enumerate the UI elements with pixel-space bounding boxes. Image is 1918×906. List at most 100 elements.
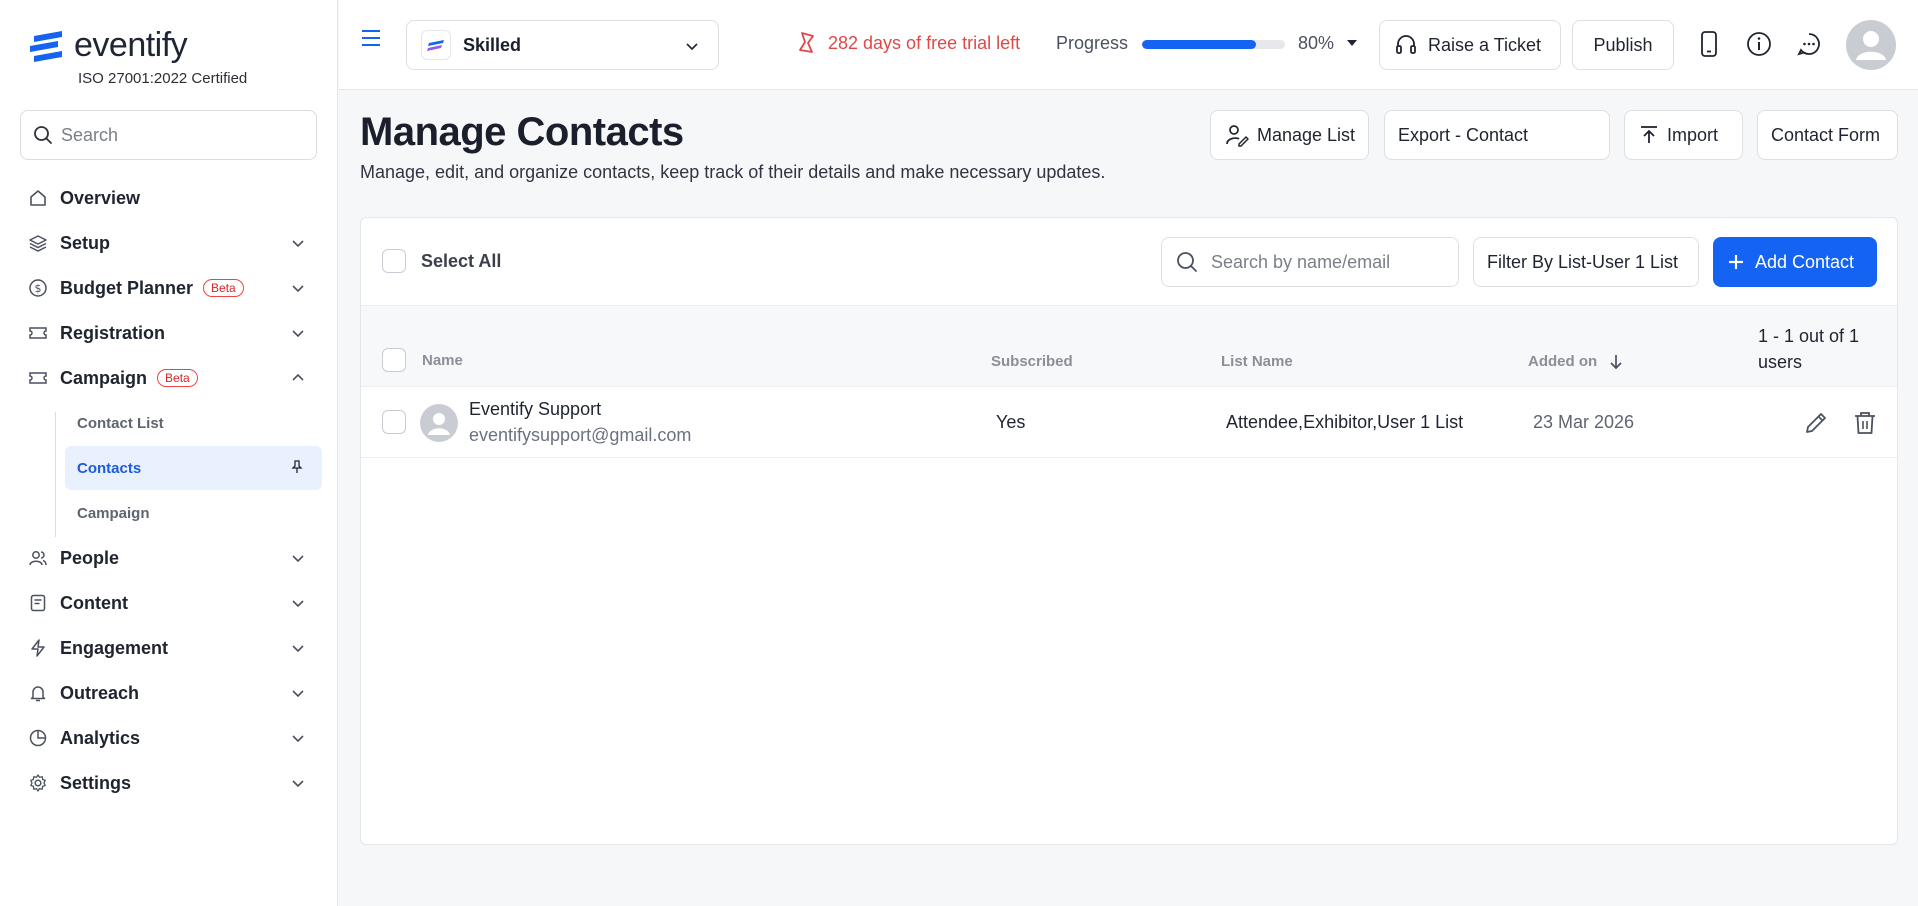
publish-button[interactable]: Publish: [1572, 20, 1674, 70]
dollar-circle-icon: $: [29, 279, 47, 297]
sort-descending-icon[interactable]: [1608, 353, 1624, 371]
layers-icon: [29, 235, 47, 252]
contact-search-placeholder: Search by name/email: [1211, 251, 1391, 272]
sidebar-item-label: Content: [60, 592, 128, 613]
event-logo-icon: [421, 30, 451, 60]
certification-label: ISO 27001:2022 Certified: [78, 70, 248, 87]
sidebar-item-overview[interactable]: Overview: [0, 178, 338, 218]
sidebar-item-campaign[interactable]: Campaign Beta: [0, 358, 338, 398]
headset-icon: [1396, 35, 1416, 54]
add-contact-button[interactable]: Add Contact: [1713, 237, 1877, 287]
contacts-panel: Select All Search by name/email Filter B…: [360, 217, 1898, 845]
menu-toggle-icon[interactable]: [361, 29, 381, 47]
chat-icon[interactable]: [1796, 31, 1822, 57]
pagination-summary: 1 - 1 out of 1 users: [1758, 326, 1860, 372]
sidebar-item-label: Budget Planner: [60, 277, 194, 298]
chevron-down-icon: [292, 330, 304, 338]
user-icon: [1856, 31, 1886, 60]
manage-list-button[interactable]: Manage List: [1210, 110, 1369, 160]
progress-bar-fill: [1142, 40, 1257, 49]
sidebar: eventify ISO 27001:2022 Certified Search…: [0, 0, 338, 906]
chevron-down-icon: [292, 600, 304, 608]
lightning-icon: [31, 639, 45, 657]
page-title: Manage Contacts: [360, 110, 684, 154]
caret-down-icon[interactable]: [1346, 38, 1358, 48]
sidebar-subitem-label: Contacts: [77, 459, 142, 477]
beta-badge: Beta: [203, 279, 244, 297]
row-checkbox[interactable]: [382, 410, 406, 434]
contact-subscribed: Yes: [996, 412, 1026, 432]
sidebar-item-analytics[interactable]: Analytics: [0, 718, 338, 758]
contact-form-button[interactable]: Contact Form: [1757, 110, 1898, 160]
column-header-added-on[interactable]: Added on: [1528, 353, 1597, 370]
trial-text: 282 days of free trial left: [828, 32, 1021, 53]
sidebar-item-outreach[interactable]: Outreach: [0, 673, 338, 713]
sidebar-subitem-campaign[interactable]: Campaign: [65, 491, 322, 535]
user-edit-icon: [1226, 125, 1249, 147]
table-header: Name Subscribed List Name Added on 1 - 1…: [361, 305, 1897, 387]
trial-notice: 282 days of free trial left: [794, 30, 1020, 56]
users-icon: [29, 551, 47, 566]
sidebar-item-label: Analytics: [60, 727, 141, 748]
beta-badge: Beta: [157, 369, 198, 387]
user-avatar[interactable]: [1846, 20, 1896, 70]
chevron-down-icon: [292, 690, 304, 698]
search-icon: [34, 126, 52, 144]
edit-pencil-icon[interactable]: [1803, 410, 1829, 436]
sidebar-item-registration[interactable]: Registration: [0, 313, 338, 353]
raise-ticket-label: Raise a Ticket: [1428, 34, 1542, 55]
sidebar-item-label: Overview: [60, 187, 141, 208]
add-contact-label: Add Contact: [1755, 251, 1855, 272]
plus-icon: [1729, 255, 1743, 269]
bell-icon: [30, 686, 46, 702]
filter-by-list-button[interactable]: Filter By List-User 1 List: [1473, 237, 1699, 287]
select-all-label[interactable]: Select All: [421, 251, 501, 272]
contact-search-input[interactable]: Search by name/email: [1161, 237, 1459, 287]
select-all-checkbox[interactable]: [382, 249, 406, 273]
trash-icon[interactable]: [1853, 410, 1877, 436]
ticket-icon: [29, 327, 47, 339]
sidebar-subitem-contact-list[interactable]: Contact List: [65, 401, 322, 445]
sidebar-item-label: Registration: [60, 322, 166, 343]
sidebar-search-input[interactable]: Search: [20, 110, 317, 160]
sidebar-item-engagement[interactable]: Engagement: [0, 628, 338, 668]
column-header-name[interactable]: Name: [422, 352, 463, 369]
mobile-preview-icon[interactable]: [1700, 31, 1718, 57]
pie-chart-icon: [29, 729, 47, 747]
brand-logo[interactable]: eventify: [28, 26, 188, 65]
import-button[interactable]: Import: [1624, 110, 1743, 160]
event-selector[interactable]: Skilled: [406, 20, 719, 70]
header-checkbox[interactable]: [382, 348, 406, 372]
chevron-up-icon: [292, 373, 304, 381]
sidebar-item-label: Campaign: [60, 367, 148, 388]
progress-bar: [1142, 40, 1285, 49]
pin-icon[interactable]: [290, 460, 304, 474]
contact-form-label: Contact Form: [1771, 124, 1881, 145]
sidebar-item-label: People: [60, 547, 120, 568]
sidebar-item-setup[interactable]: Setup: [0, 223, 338, 263]
info-icon[interactable]: [1746, 31, 1772, 57]
table-row[interactable]: Eventify Support eventifysupport@gmail.c…: [361, 388, 1897, 458]
event-name: Skilled: [463, 34, 522, 55]
submenu-guide-line: [55, 412, 56, 537]
chevron-down-icon: [686, 43, 698, 51]
contact-name: Eventify Support: [469, 399, 602, 419]
chevron-down-icon: [292, 555, 304, 563]
manage-list-label: Manage List: [1257, 124, 1356, 145]
chevron-down-icon: [292, 645, 304, 653]
column-header-subscribed[interactable]: Subscribed: [991, 353, 1073, 370]
column-header-list-name[interactable]: List Name: [1221, 353, 1293, 370]
upload-icon: [1641, 126, 1657, 143]
sidebar-item-settings[interactable]: Settings: [0, 763, 338, 803]
export-contact-label: Export - Contact: [1398, 124, 1529, 145]
sidebar-subitem-contacts[interactable]: Contacts: [65, 446, 322, 490]
contact-email: eventifysupport@gmail.com: [469, 425, 692, 445]
sidebar-item-content[interactable]: Content: [0, 583, 338, 623]
raise-ticket-button[interactable]: Raise a Ticket: [1379, 20, 1561, 70]
sidebar-item-label: Outreach: [60, 682, 140, 703]
hourglass-icon: [799, 32, 814, 53]
progress-percent: 80%: [1298, 33, 1335, 53]
export-contact-button[interactable]: Export - Contact: [1384, 110, 1610, 160]
sidebar-item-people[interactable]: People: [0, 538, 338, 578]
sidebar-item-budget-planner[interactable]: $ Budget Planner Beta: [0, 268, 338, 308]
